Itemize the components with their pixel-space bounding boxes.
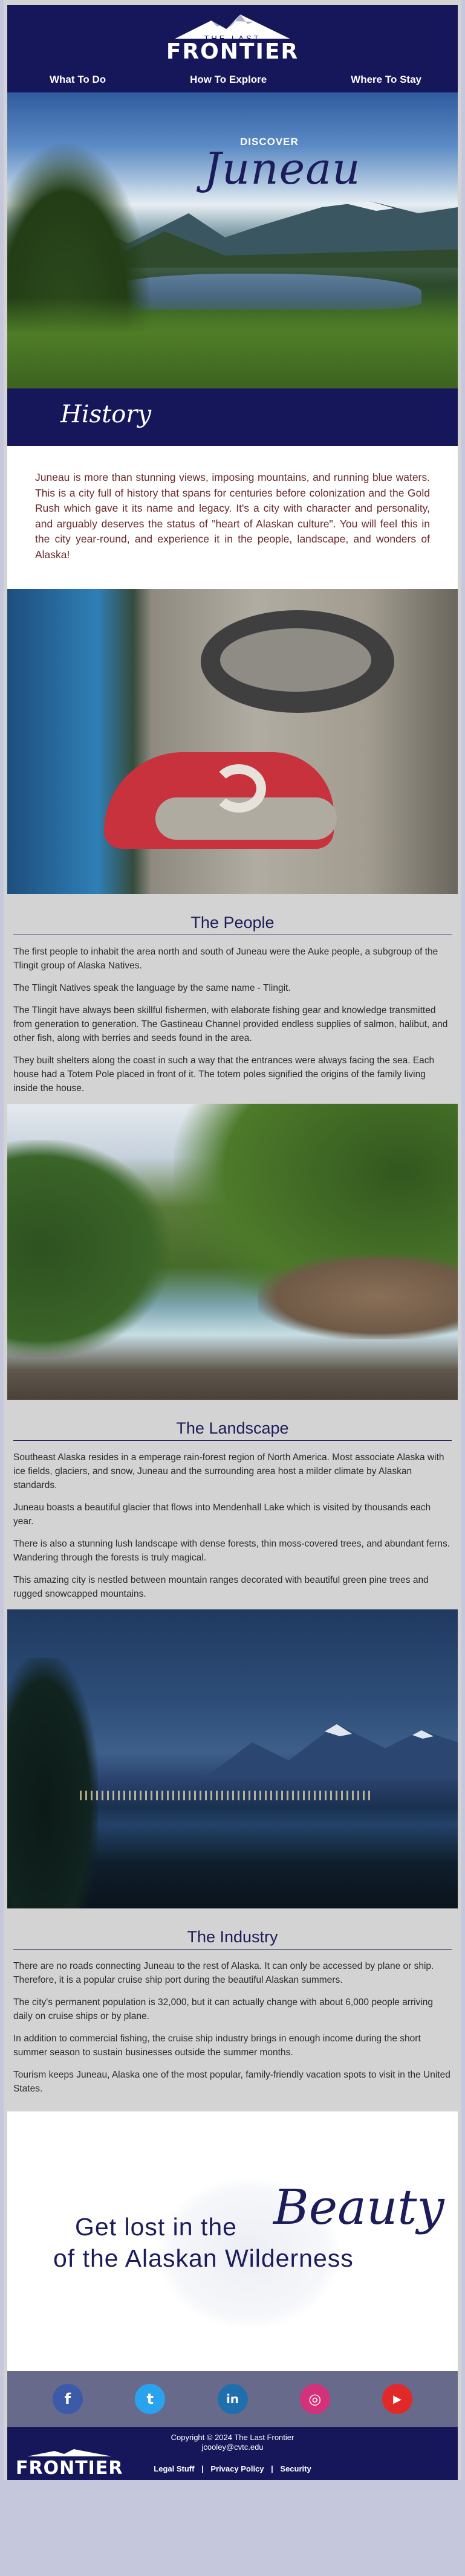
social-bar: f t in ◎ ▶	[7, 2371, 458, 2427]
security-link[interactable]: Security	[280, 2464, 311, 2473]
history-banner: History	[7, 388, 458, 446]
cta-line-one: Get lost in the	[75, 2213, 237, 2241]
twitter-icon[interactable]: t	[135, 2384, 166, 2414]
river-image	[7, 1104, 458, 1400]
site-footer: Copyright © 2024 The Last Frontier jcool…	[7, 2427, 458, 2480]
rocks-shape	[258, 1255, 458, 1339]
logo-wordmark: FRONTIER	[166, 39, 299, 64]
landscape-paragraph: Juneau boasts a beautiful glacier that f…	[13, 1502, 431, 1527]
landscape-paragraph: There is also a stunning lush landscape …	[13, 1539, 450, 1563]
totem-curl-shape	[212, 764, 266, 813]
industry-heading: The Industry	[187, 1928, 278, 1946]
people-paragraph: The Tlingit Natives speak the language b…	[13, 983, 291, 993]
totem-eye-inner-shape	[220, 628, 371, 692]
instagram-icon[interactable]: ◎	[299, 2384, 330, 2414]
wilderness-cta: Get lost in the Beauty of the Alaskan Wi…	[7, 2111, 458, 2371]
harbor-night-image	[7, 1609, 458, 1908]
totem-pole-image	[7, 589, 458, 894]
people-heading: The People	[190, 913, 275, 932]
footer-links: Legal Stuff | Privacy Policy | Security	[7, 2464, 458, 2473]
site-header: THE LAST FRONTIER What To Do How To Expl…	[7, 5, 458, 92]
youtube-icon[interactable]: ▶	[382, 2384, 412, 2414]
landscape-heading: The Landscape	[176, 1419, 289, 1437]
nav-where-to-stay[interactable]: Where To Stay	[351, 69, 421, 90]
main-nav: What To Do How To Explore Where To Stay	[7, 69, 458, 90]
nav-what-to-do[interactable]: What To Do	[50, 69, 106, 90]
mountain-logo-icon	[27, 2449, 112, 2456]
landscape-paragraph: Southeast Alaska resides in a emperage r…	[13, 1452, 444, 1490]
forest-silhouette	[7, 1658, 98, 1908]
cta-emphasis: Beauty	[273, 2179, 444, 2235]
section-divider	[13, 1949, 452, 1950]
people-paragraph: The Tlingit have always been skillful fi…	[13, 1005, 448, 1043]
link-separator: |	[271, 2464, 273, 2473]
forest-left-shape	[7, 1140, 171, 1357]
hero-image: DISCOVER Juneau	[7, 92, 458, 388]
page-bottom-spacer	[4, 2480, 461, 2485]
facebook-icon[interactable]: f	[53, 2384, 83, 2414]
industry-paragraph: Tourism keeps Juneau, Alaska one of the …	[13, 2070, 450, 2094]
page: THE LAST FRONTIER What To Do How To Expl…	[4, 0, 461, 2485]
copyright-text: Copyright © 2024 The Last Frontier	[171, 2433, 294, 2442]
people-paragraph: They built shelters along the coast in s…	[13, 1055, 435, 1093]
people-paragraph: The first people to inhabit the area nor…	[13, 947, 438, 971]
industry-paragraph: The city's permanent population is 32,00…	[13, 1997, 434, 2021]
industry-paragraph: In addition to commercial fishing, the c…	[13, 2033, 421, 2058]
landscape-paragraph: This amazing city is nestled between mou…	[13, 1575, 429, 1599]
snowy-peaks-shape	[204, 1724, 458, 1779]
history-title: History	[60, 401, 152, 428]
cta-line-two: of the Alaskan Wilderness	[53, 2244, 354, 2272]
industry-paragraph: There are no roads connecting Juneau to …	[13, 1961, 434, 1985]
logo-tagline: THE LAST	[204, 34, 261, 43]
link-separator: |	[201, 2464, 204, 2473]
history-text: Juneau is more than stunning views, impo…	[35, 471, 430, 561]
people-section: The People The first people to inhabit t…	[4, 894, 461, 1095]
hero-title: Juneau	[204, 143, 361, 194]
landscape-section: The Landscape Southeast Alaska resides i…	[4, 1400, 461, 1601]
section-divider	[13, 1440, 452, 1441]
harbor-lights	[80, 1791, 370, 1800]
forest-foreground	[7, 298, 458, 388]
legal-link[interactable]: Legal Stuff	[154, 2464, 194, 2473]
privacy-policy-link[interactable]: Privacy Policy	[210, 2464, 264, 2473]
site-logo[interactable]: THE LAST FRONTIER	[166, 13, 299, 63]
nav-how-to-explore[interactable]: How To Explore	[190, 69, 267, 90]
history-intro: Juneau is more than stunning views, impo…	[7, 446, 458, 589]
industry-section: The Industry There are no roads connecti…	[4, 1908, 461, 2096]
linkedin-icon[interactable]: in	[217, 2384, 248, 2414]
